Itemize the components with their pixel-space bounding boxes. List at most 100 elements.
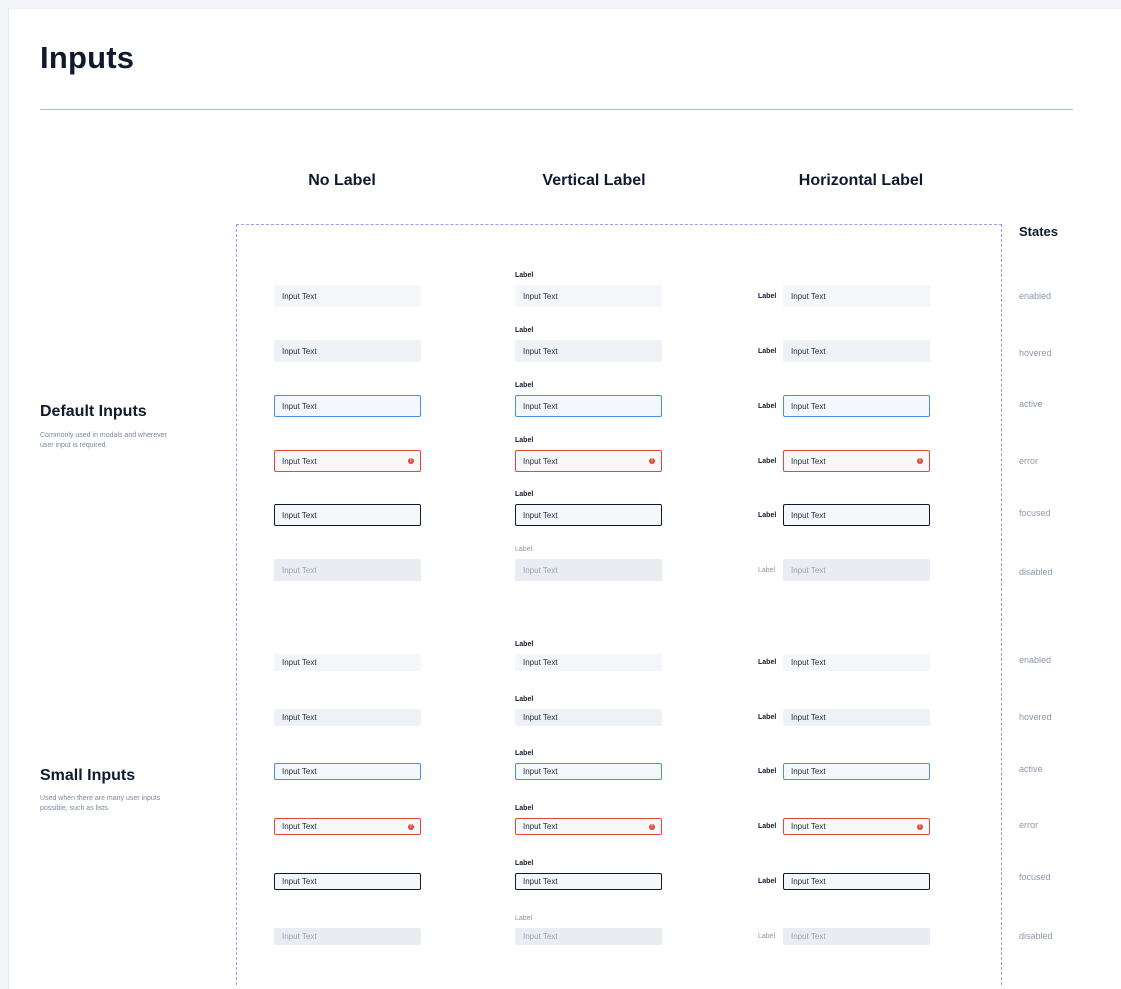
small-input-no-label-focused[interactable]: Input Text <box>274 873 421 890</box>
input-text: Input Text <box>282 565 317 575</box>
vertical-field-label: Label <box>515 805 534 812</box>
default-input-horizontal-label-hovered[interactable]: Input Text <box>783 340 930 362</box>
small-input-no-label-enabled[interactable]: Input Text <box>274 654 421 671</box>
horizontal-field-label: Label <box>758 347 777 355</box>
input-text: Input Text <box>523 346 558 356</box>
vertical-field-label: Label <box>515 382 534 389</box>
small-input-horizontal-label-hovered[interactable]: Input Text <box>783 709 930 726</box>
state-label-error: error <box>1019 820 1039 830</box>
input-text: Input Text <box>282 932 317 941</box>
error-circle-icon: ! <box>917 458 923 464</box>
small-input-vertical-label-disabled: Input Text <box>515 928 662 945</box>
default-input-horizontal-label-disabled: Input Text <box>783 559 930 581</box>
input-text: Input Text <box>282 713 317 722</box>
input-text: Input Text <box>523 510 558 520</box>
default-input-vertical-label-hovered[interactable]: Input Text <box>515 340 662 362</box>
horizontal-field-label: Label <box>758 457 777 465</box>
default-input-horizontal-label-error[interactable]: Input Text! <box>783 450 930 472</box>
small-input-vertical-label-hovered[interactable]: Input Text <box>515 709 662 726</box>
horizontal-field-label: Label <box>758 933 776 940</box>
input-text: Input Text <box>523 877 558 886</box>
input-text: Input Text <box>791 346 826 356</box>
input-text: Input Text <box>523 401 558 411</box>
vertical-field-label: Label <box>515 860 534 867</box>
input-text: Input Text <box>791 822 826 831</box>
input-text: Input Text <box>523 822 558 831</box>
default-input-no-label-focused[interactable]: Input Text <box>274 504 421 526</box>
default-input-vertical-label-focused[interactable]: Input Text <box>515 504 662 526</box>
small-input-no-label-error[interactable]: Input Text! <box>274 818 421 835</box>
small-input-horizontal-label-active[interactable]: Input Text <box>783 763 930 780</box>
error-circle-icon: ! <box>649 823 655 830</box>
input-text: Input Text <box>282 510 317 520</box>
small-input-no-label-disabled: Input Text <box>274 928 421 945</box>
state-label-active: active <box>1019 764 1043 774</box>
input-text: Input Text <box>791 713 826 722</box>
input-text: Input Text <box>282 401 317 411</box>
column-header-states: States <box>1019 224 1059 239</box>
state-label-hovered: hovered <box>1019 348 1052 358</box>
small-input-vertical-label-active[interactable]: Input Text <box>515 763 662 780</box>
vertical-field-label: Label <box>515 915 533 922</box>
vertical-field-label: Label <box>515 750 534 757</box>
input-text: Input Text <box>791 565 826 575</box>
small-input-vertical-label-error[interactable]: Input Text! <box>515 818 662 835</box>
input-text: Input Text <box>282 346 317 356</box>
input-text: Input Text <box>791 401 826 411</box>
variants-guide-box <box>236 224 1002 985</box>
vertical-field-label: Label <box>515 491 534 498</box>
horizontal-field-label: Label <box>758 878 777 885</box>
vertical-field-label: Label <box>515 327 534 334</box>
input-text: Input Text <box>523 658 558 667</box>
small-input-no-label-hovered[interactable]: Input Text <box>274 709 421 726</box>
input-text: Input Text <box>523 456 558 466</box>
input-text: Input Text <box>791 932 826 941</box>
horizontal-field-label: Label <box>758 566 776 574</box>
input-text: Input Text <box>523 565 558 575</box>
small-input-horizontal-label-enabled[interactable]: Input Text <box>783 654 930 671</box>
input-text: Input Text <box>523 713 558 722</box>
horizontal-field-label: Label <box>758 823 777 830</box>
input-text: Input Text <box>523 291 558 301</box>
default-input-vertical-label-active[interactable]: Input Text <box>515 395 662 417</box>
default-input-horizontal-label-enabled[interactable]: Input Text <box>783 285 930 307</box>
default-input-vertical-label-error[interactable]: Input Text! <box>515 450 662 472</box>
column-header-no-label: No Label <box>308 172 376 189</box>
default-input-horizontal-label-active[interactable]: Input Text <box>783 395 930 417</box>
default-input-no-label-hovered[interactable]: Input Text <box>274 340 421 362</box>
default-input-vertical-label-enabled[interactable]: Input Text <box>515 285 662 307</box>
page-title: Inputs <box>40 40 135 75</box>
default-input-vertical-label-disabled: Input Text <box>515 559 662 581</box>
state-label-active: active <box>1019 399 1043 409</box>
horizontal-field-label: Label <box>758 511 777 519</box>
small-input-vertical-label-enabled[interactable]: Input Text <box>515 654 662 671</box>
input-text: Input Text <box>791 456 826 466</box>
section-description-small: Used when there are many user inputs pos… <box>40 795 161 812</box>
state-label-hovered: hovered <box>1019 712 1052 722</box>
default-input-horizontal-label-focused[interactable]: Input Text <box>783 504 930 526</box>
small-input-vertical-label-focused[interactable]: Input Text <box>515 873 662 890</box>
input-text: Input Text <box>523 932 558 941</box>
vertical-field-label: Label <box>515 437 534 444</box>
error-circle-icon: ! <box>917 823 923 830</box>
state-label-focused: focused <box>1019 508 1051 518</box>
small-input-no-label-active[interactable]: Input Text <box>274 763 421 780</box>
horizontal-field-label: Label <box>758 659 777 666</box>
default-input-no-label-active[interactable]: Input Text <box>274 395 421 417</box>
horizontal-field-label: Label <box>758 402 777 410</box>
state-label-focused: focused <box>1019 872 1051 882</box>
small-input-horizontal-label-error[interactable]: Input Text! <box>783 818 930 835</box>
input-text: Input Text <box>282 658 317 667</box>
input-text: Input Text <box>282 456 317 466</box>
input-text: Input Text <box>791 291 826 301</box>
default-input-no-label-enabled[interactable]: Input Text <box>274 285 421 307</box>
default-input-no-label-error[interactable]: Input Text! <box>274 450 421 472</box>
small-input-horizontal-label-focused[interactable]: Input Text <box>783 873 930 890</box>
vertical-field-label: Label <box>515 696 534 703</box>
error-circle-icon: ! <box>649 458 655 464</box>
state-label-disabled: disabled <box>1019 931 1053 941</box>
state-label-enabled: enabled <box>1019 655 1052 665</box>
input-text: Input Text <box>791 877 826 886</box>
vertical-field-label: Label <box>515 546 533 553</box>
horizontal-field-label: Label <box>758 292 777 300</box>
